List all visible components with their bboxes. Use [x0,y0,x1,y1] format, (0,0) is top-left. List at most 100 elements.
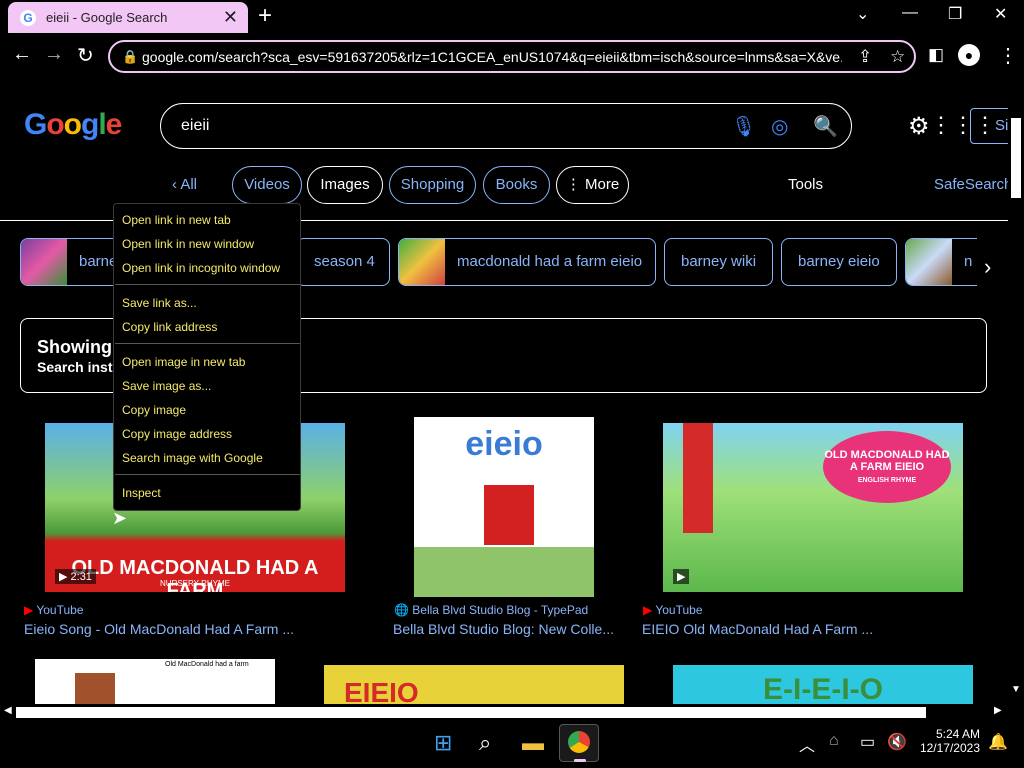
related-search-partial[interactable]: n [905,238,977,286]
chevron-right-icon[interactable]: › [984,254,991,280]
chip-more[interactable]: ⋮ More [556,166,629,204]
bookmark-star-icon[interactable]: ☆ [890,47,905,67]
notification-bell-icon[interactable]: 🔔 [988,732,1008,752]
menu-open-link-new-tab[interactable]: Open link in new tab [122,213,231,227]
search-icon[interactable]: ⌕ [479,730,491,756]
result-title[interactable]: Bella Blvd Studio Blog: New Colle... [393,621,614,637]
related-label: barney wiki [681,253,757,270]
safesearch-button[interactable]: SafeSearch [934,176,1012,193]
show-hidden-icons-chevron-icon[interactable]: ︿ [799,732,815,756]
related-label: barney eieio [798,253,880,270]
chrome-taskbar-button[interactable] [559,724,599,762]
result-title[interactable]: Eieio Song - Old MacDonald Had A Farm ..… [24,621,294,637]
search-box[interactable]: eieii 🎙 ◎ 🔍 [160,103,852,149]
horizontal-scroll-thumb[interactable] [16,707,926,718]
menu-separator [115,474,300,475]
menu-save-image-as[interactable]: Save image as... [122,379,211,393]
thumbnail-caption: EIEIO [344,677,419,704]
new-tab-icon[interactable]: + [258,2,272,30]
related-search-barney-eieio[interactable]: barney eieio [781,238,897,286]
scroll-right-icon[interactable]: ▶ [994,705,1002,716]
settings-gear-icon[interactable]: ⚙ [908,112,930,141]
google-favicon-icon: G [20,10,36,26]
filter-all[interactable]: ‹ All [172,176,197,193]
chip-videos[interactable]: Videos [232,166,302,204]
globe-icon: 🌐 [394,603,409,617]
chip-books[interactable]: Books [483,166,550,204]
mouse-cursor-icon: ➤ [112,508,128,528]
barn-shape [484,485,534,545]
result-thumbnail[interactable]: OLD MACDONALD HAD A FARM EIEIO ENGLISH RH… [663,423,963,592]
related-thumbnail [21,239,67,285]
tab-title: eieii - Google Search [46,10,168,25]
notice-line-2[interactable]: Search inste [37,359,120,375]
side-panel-icon[interactable]: ◧ [928,45,944,65]
youtube-icon: ▶ [643,603,653,617]
video-play-icon: ▶ [673,569,690,584]
voice-search-icon[interactable]: 🎙 [731,114,756,139]
back-icon[interactable]: ← [12,43,32,66]
clock[interactable]: 5:24 AM 12/17/2023 [918,727,980,755]
menu-kebab-icon[interactable]: ⋮ [998,43,1018,68]
menu-save-link-as[interactable]: Save link as... [122,296,197,310]
notice-line-1: Showing r [37,337,124,357]
tools-button[interactable]: Tools [788,176,823,193]
thumbnail-caption: eieio [465,425,543,463]
lens-search-icon[interactable]: ◎ [771,114,788,139]
related-search-macdonald[interactable]: macdonald had a farm eieio [398,238,656,286]
windows-start-icon[interactable]: ⊞ [434,730,452,756]
close-tab-icon[interactable]: ✕ [223,7,238,28]
google-logo[interactable]: Google [24,108,122,142]
search-icon[interactable]: 🔍 [813,114,838,139]
forward-icon[interactable]: → [44,43,64,66]
menu-open-link-incognito[interactable]: Open link in incognito window [122,261,280,275]
display-icon[interactable]: ▭ [860,732,875,752]
chip-shopping[interactable]: Shopping [389,166,476,204]
close-window-icon[interactable]: ✕ [994,4,1007,24]
result-source[interactable]: ▶ YouTube [643,603,703,617]
lock-icon[interactable]: 🔒 [122,49,138,65]
context-menu: Open link in new tab Open link in new wi… [113,203,301,511]
image-result-thumbnail[interactable]: Old MacDonald had a farm [35,659,275,704]
chrome-icon [568,731,590,753]
result-source-label: Bella Blvd Studio Blog - TypePad [412,603,589,617]
clock-date: 12/17/2023 [919,741,980,755]
field-shape [414,547,594,597]
filter-all-label: All [180,176,198,193]
search-query[interactable]: eieii [181,117,209,135]
scroll-left-icon[interactable]: ◀ [4,705,12,716]
menu-search-image-with-google[interactable]: Search image with Google [122,451,263,465]
browser-tab[interactable]: G eieii - Google Search ✕ [8,2,248,33]
scroll-down-icon[interactable]: ▼ [1011,684,1021,695]
result-source[interactable]: 🌐 Bella Blvd Studio Blog - TypePad [394,603,588,617]
chip-images[interactable]: Images [307,166,383,204]
related-thumbnail [906,239,952,285]
menu-open-link-new-window[interactable]: Open link in new window [122,237,254,251]
network-offline-icon[interactable]: ⌂ [829,732,839,750]
menu-inspect[interactable]: Inspect [122,486,161,500]
vertical-scroll-thumb[interactable] [1011,118,1021,198]
minimize-icon[interactable]: — [902,4,918,22]
menu-copy-link-address[interactable]: Copy link address [122,320,217,334]
result-title[interactable]: EIEIO Old MacDonald Had A Farm ... [642,621,873,637]
share-icon[interactable]: ⇪ [858,47,872,67]
result-source[interactable]: ▶ YouTube [24,603,84,617]
menu-copy-image-address[interactable]: Copy image address [122,427,232,441]
related-search-season-4[interactable]: season 4 [296,238,390,286]
image-result-thumbnail[interactable]: E-I-E-I-O [673,665,973,704]
related-search-barney[interactable]: barney [20,238,120,286]
result-source-label: YouTube [36,603,84,617]
address-bar[interactable]: 🔒 google.com/search?sca_esv=591637205&rl… [108,40,916,73]
caption-text: OLD MACDONALD HAD A FARM EIEIO [824,449,950,473]
restore-icon[interactable]: ❐ [948,4,962,24]
menu-copy-image[interactable]: Copy image [122,403,186,417]
image-result-thumbnail[interactable]: EIEIO [324,665,624,704]
related-search-barney-wiki[interactable]: barney wiki [664,238,773,286]
reload-icon[interactable]: ↻ [77,43,94,68]
tab-search-chevron-icon[interactable]: ⌄ [856,4,869,24]
file-explorer-icon[interactable]: ▬ [522,730,544,756]
menu-open-image-new-tab[interactable]: Open image in new tab [122,355,245,369]
volume-muted-icon[interactable]: 🔇 [887,732,907,752]
profile-avatar-icon[interactable]: ● [958,44,980,66]
result-thumbnail[interactable]: eieio [414,417,594,597]
